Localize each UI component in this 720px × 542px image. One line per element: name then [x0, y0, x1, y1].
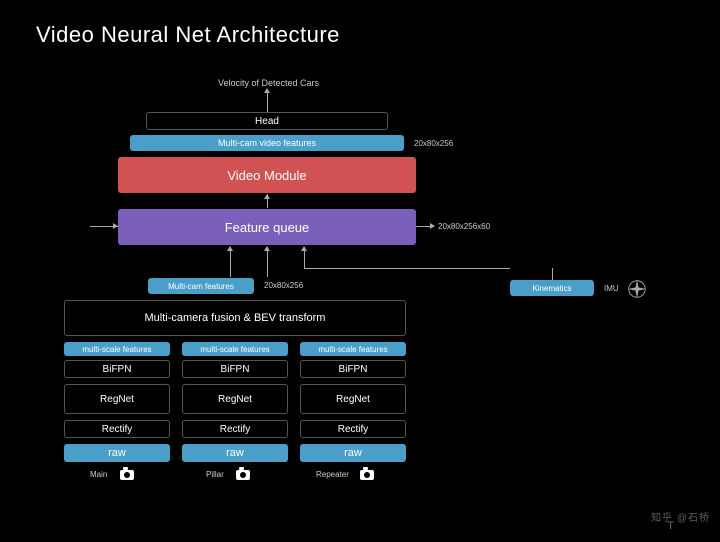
arrow-mcf-up-2-tip	[264, 246, 270, 251]
arrow-mcf-up-2	[267, 247, 268, 277]
cam-label-2: Pillar	[206, 470, 224, 479]
fq-dim: 20x80x256x60	[438, 222, 490, 231]
block-rectify-3: Rectify	[300, 420, 406, 438]
compass-icon	[626, 278, 648, 300]
arrow-head-out	[267, 92, 268, 112]
source-watermark: 知乎 @石桥	[651, 509, 710, 524]
block-fusion: Multi-camera fusion & BEV transform	[64, 300, 406, 336]
imu-label: IMU	[604, 284, 619, 293]
block-regnet-1: RegNet	[64, 384, 170, 414]
block-raw-2: raw	[182, 444, 288, 462]
block-raw-3: raw	[300, 444, 406, 462]
page-title: Video Neural Net Architecture	[36, 22, 340, 48]
block-mcf: Multi-cam features	[148, 278, 254, 294]
arrow-mcf-up-1-tip	[227, 246, 233, 251]
mcvf-dim: 20x80x256	[414, 139, 453, 148]
block-msf-3: multi-scale features	[300, 342, 406, 356]
arrow-fq-left-tip	[113, 223, 118, 229]
block-mcvf: Multi-cam video features	[130, 135, 404, 151]
block-head: Head	[146, 112, 388, 130]
arrow-vm-fq-tip	[264, 194, 270, 199]
arrow-fq-right-tip	[430, 223, 435, 229]
arrow-head-out-tip	[264, 88, 270, 93]
output-label: Velocity of Detected Cars	[218, 78, 319, 88]
block-rectify-1: Rectify	[64, 420, 170, 438]
block-feature-queue: Feature queue	[118, 209, 416, 245]
block-rectify-2: Rectify	[182, 420, 288, 438]
block-kinematics: Kinematics	[510, 280, 594, 296]
camera-icon-2	[236, 470, 250, 480]
line-kinematics-h	[304, 268, 510, 269]
mcf-dim: 20x80x256	[264, 281, 303, 290]
camera-icon-1	[120, 470, 134, 480]
cam-label-3: Repeater	[316, 470, 349, 479]
block-regnet-3: RegNet	[300, 384, 406, 414]
block-bifpn-3: BiFPN	[300, 360, 406, 378]
line-kin-v	[552, 268, 553, 280]
block-bifpn-1: BiFPN	[64, 360, 170, 378]
block-raw-1: raw	[64, 444, 170, 462]
cam-label-1: Main	[90, 470, 107, 479]
block-bifpn-2: BiFPN	[182, 360, 288, 378]
arrow-mcf-up-1	[230, 247, 231, 277]
block-regnet-2: RegNet	[182, 384, 288, 414]
camera-icon-3	[360, 470, 374, 480]
block-video-module: Video Module	[118, 157, 416, 193]
block-msf-2: multi-scale features	[182, 342, 288, 356]
block-msf-1: multi-scale features	[64, 342, 170, 356]
arrow-mcf-up-3-tip	[301, 246, 307, 251]
